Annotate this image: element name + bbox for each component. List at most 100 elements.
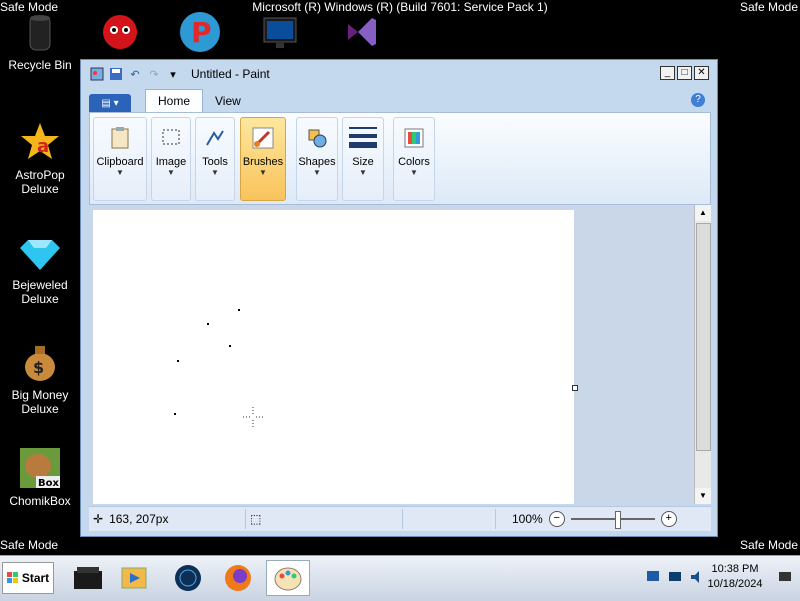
chevron-down-icon: ▼ bbox=[259, 168, 267, 177]
maximize-button[interactable]: □ bbox=[677, 66, 692, 80]
chevron-down-icon: ▼ bbox=[116, 168, 124, 177]
clock-date: 10/18/2024 bbox=[707, 578, 763, 590]
status-bar: ✛ 163, 207px ⬚ 100% − + bbox=[89, 506, 711, 531]
move-cursor-icon: ✛ bbox=[93, 512, 104, 526]
close-button[interactable]: ✕ bbox=[694, 66, 709, 80]
desktop-icon-recycle-bin[interactable]: Recycle Bin bbox=[0, 10, 80, 72]
size-icon bbox=[349, 124, 377, 152]
tab-view[interactable]: View bbox=[203, 90, 253, 112]
desktop-icon-label: Big Money Deluxe bbox=[11, 388, 69, 416]
size-group[interactable]: Size ▼ bbox=[342, 117, 384, 201]
undo-icon[interactable]: ↶ bbox=[127, 66, 143, 82]
colors-group[interactable]: Colors ▼ bbox=[393, 117, 435, 201]
chevron-down-icon: ▼ bbox=[211, 168, 219, 177]
group-label: Shapes bbox=[298, 156, 336, 168]
cursor-coords: 163, 207px bbox=[109, 512, 169, 526]
money-bag-icon: $ bbox=[18, 340, 62, 384]
zoom-slider[interactable] bbox=[570, 511, 655, 529]
zoom-in-button[interactable]: + bbox=[660, 511, 677, 527]
media-player-icon[interactable] bbox=[116, 560, 152, 596]
clipboard-group[interactable]: Clipboard ▼ bbox=[93, 117, 147, 201]
shapes-icon bbox=[303, 124, 331, 152]
paint-app-icon[interactable] bbox=[89, 66, 105, 82]
explorer-icon[interactable] bbox=[70, 560, 106, 596]
start-label: Start bbox=[21, 571, 50, 585]
safe-mode-label-bottom-left: Safe Mode bbox=[0, 538, 59, 552]
desktop-icon-chomikbox[interactable]: Box ChomikBox bbox=[0, 446, 80, 508]
svg-text:$: $ bbox=[33, 358, 44, 377]
red-fuzzball-icon[interactable] bbox=[94, 6, 146, 58]
canvas-dot bbox=[229, 345, 231, 347]
brushes-group[interactable]: Brushes ▼ bbox=[240, 117, 286, 201]
customize-toolbar-chevron-icon[interactable]: ▾ bbox=[165, 66, 181, 82]
title-bar[interactable]: ↶ ↷ ▾ Untitled - Paint _ □ ✕ bbox=[81, 60, 717, 88]
globe-icon[interactable] bbox=[170, 560, 206, 596]
canvas-dot bbox=[207, 323, 209, 325]
scroll-up-button[interactable]: ▲ bbox=[695, 205, 711, 221]
minimize-button[interactable]: _ bbox=[660, 66, 675, 80]
desktop-icon-astropop[interactable]: a AstroPop Deluxe bbox=[0, 120, 80, 196]
save-icon[interactable] bbox=[108, 66, 124, 82]
windows-logo-icon bbox=[6, 572, 18, 583]
desktop-icon-label: AstroPop Deluxe bbox=[15, 168, 65, 196]
start-button[interactable]: Start bbox=[2, 562, 54, 594]
cursor-position: ✛ 163, 207px bbox=[89, 509, 246, 529]
group-label: Size bbox=[352, 156, 374, 168]
redo-icon[interactable]: ↷ bbox=[146, 66, 162, 82]
chevron-down-icon: ▼ bbox=[313, 168, 321, 177]
astropop-icon: a bbox=[18, 120, 62, 164]
canvas-dot bbox=[174, 413, 176, 415]
monitor-tray-icon[interactable] bbox=[668, 570, 682, 589]
tools-group[interactable]: Tools ▼ bbox=[195, 117, 235, 201]
firefox-icon[interactable] bbox=[220, 560, 256, 596]
crosshair-cursor-icon bbox=[243, 407, 263, 427]
group-label: Colors bbox=[398, 156, 430, 168]
ribbon-tabs: ▤ ▾ Home View ? bbox=[89, 89, 709, 112]
canvas-dot bbox=[177, 360, 179, 362]
group-label: Brushes bbox=[242, 156, 284, 168]
visual-studio-icon[interactable] bbox=[334, 6, 386, 58]
pencil-icon bbox=[201, 124, 229, 152]
ribbon: Clipboard ▼ Image ▼ Tools ▼ Brushes ▼ Sh… bbox=[89, 112, 711, 205]
shapes-group[interactable]: Shapes ▼ bbox=[296, 117, 338, 201]
desktop-icon-label: Bejeweled Deluxe bbox=[12, 278, 68, 306]
desktop-icon-bejeweled[interactable]: Bejeweled Deluxe bbox=[0, 230, 80, 306]
paint-icon[interactable] bbox=[266, 560, 310, 596]
bejeweled-icon bbox=[18, 230, 62, 274]
drawing-canvas[interactable] bbox=[93, 210, 574, 504]
tab-home[interactable]: Home bbox=[145, 89, 204, 112]
brush-icon bbox=[249, 124, 277, 152]
canvas-dot bbox=[238, 309, 240, 311]
desktop-icon-big-money[interactable]: $ Big Money Deluxe bbox=[0, 340, 80, 416]
chomikbox-icon: Box bbox=[18, 446, 62, 490]
taskbar: Start 10:38 PM 10/18/2024 bbox=[0, 555, 800, 601]
canvas-resize-handle[interactable] bbox=[572, 385, 578, 391]
zoom-slider-knob[interactable] bbox=[614, 511, 621, 529]
paint-menu-button[interactable]: ▤ ▾ bbox=[89, 94, 131, 112]
chevron-down-icon: ▼ bbox=[410, 168, 418, 177]
scroll-thumb[interactable] bbox=[696, 223, 711, 451]
quick-access-toolbar: ↶ ↷ ▾ bbox=[89, 66, 181, 82]
network-icon[interactable] bbox=[646, 570, 660, 589]
help-icon[interactable]: ? bbox=[691, 93, 705, 107]
popcap-icon[interactable]: P bbox=[174, 6, 226, 58]
monitor-icon[interactable] bbox=[254, 6, 306, 58]
paint-window[interactable]: ↶ ↷ ▾ Untitled - Paint _ □ ✕ ▤ ▾ Home Vi… bbox=[80, 59, 718, 537]
clock-time: 10:38 PM bbox=[711, 563, 759, 575]
image-size bbox=[403, 509, 496, 529]
selection-size-icon: ⬚ bbox=[250, 512, 262, 526]
canvas-area[interactable] bbox=[89, 205, 694, 504]
group-label: Image bbox=[155, 156, 187, 168]
image-group[interactable]: Image ▼ bbox=[151, 117, 191, 201]
svg-text:a: a bbox=[37, 136, 49, 157]
zoom-out-button[interactable]: − bbox=[548, 511, 565, 527]
clock[interactable]: 10:38 PM 10/18/2024 bbox=[700, 562, 770, 592]
zoom-level: 100% bbox=[512, 512, 543, 526]
safe-mode-label-bottom-right: Safe Mode bbox=[739, 538, 798, 552]
scroll-down-button[interactable]: ▼ bbox=[695, 488, 711, 504]
group-label: Tools bbox=[202, 156, 228, 168]
clipboard-icon bbox=[106, 124, 134, 152]
show-desktop-icon[interactable] bbox=[778, 570, 792, 589]
selection-size: ⬚ bbox=[246, 509, 403, 529]
vertical-scrollbar[interactable]: ▲ ▼ bbox=[694, 205, 711, 504]
